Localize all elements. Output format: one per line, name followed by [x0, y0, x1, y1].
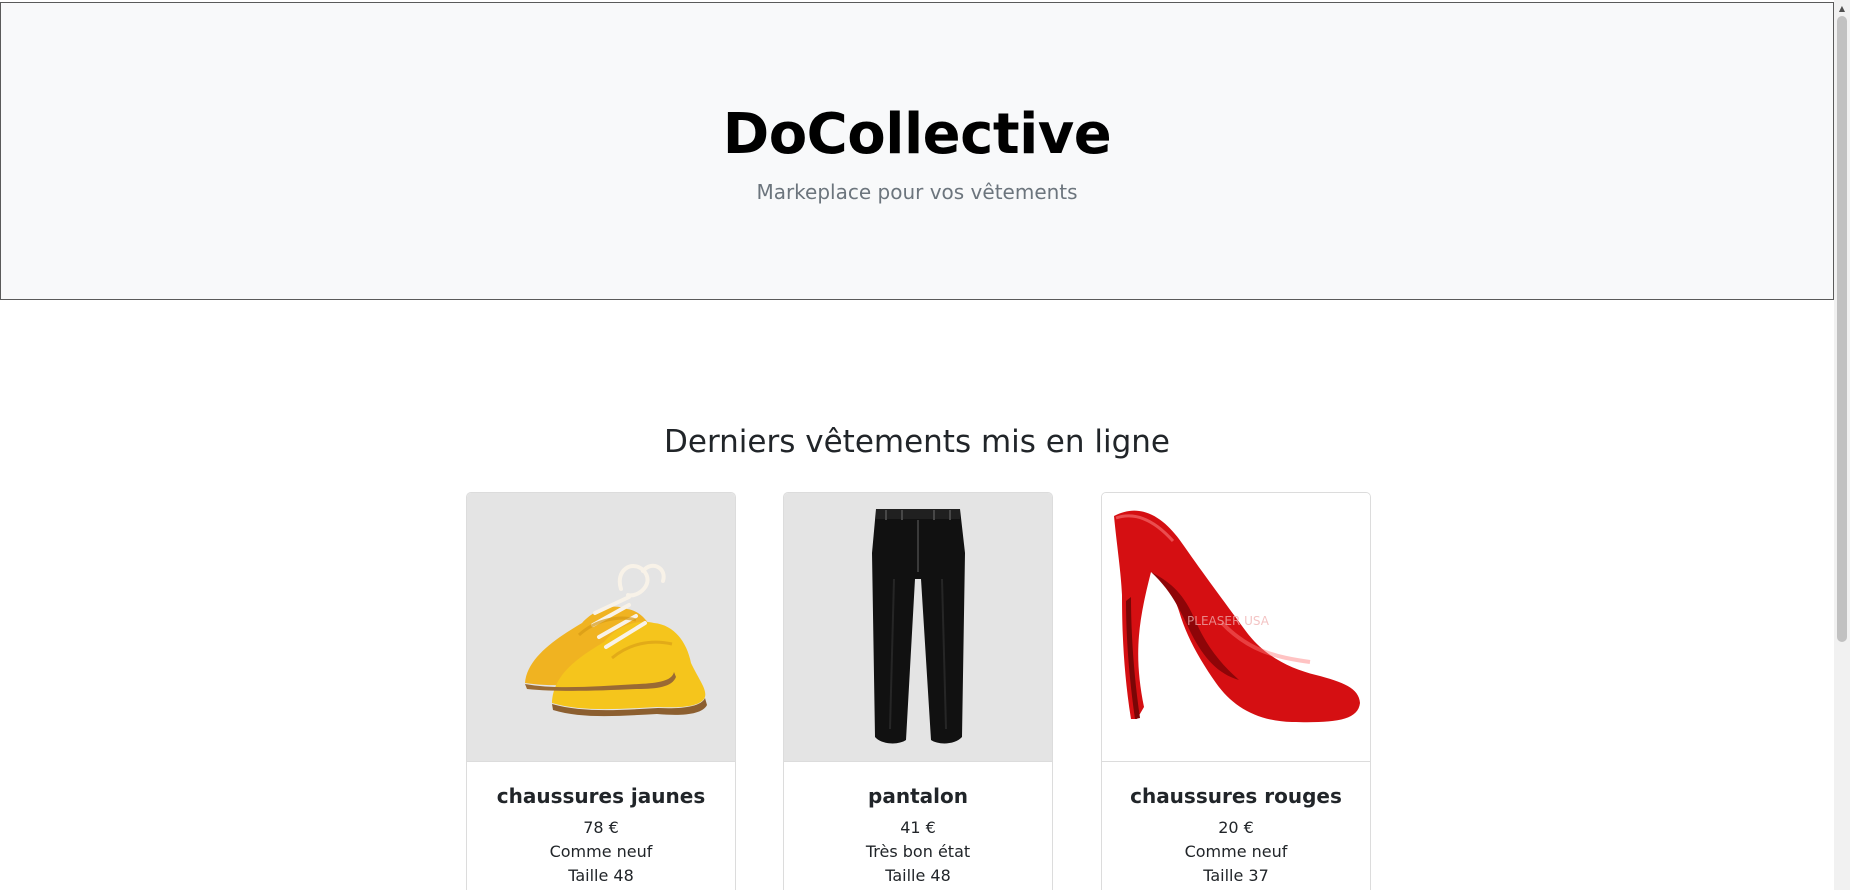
black-pants-image — [872, 509, 965, 744]
product-card-yellow-shoes[interactable]: chaussures jaunes 78 € Comme neuf Taille… — [466, 492, 736, 890]
product-title[interactable]: chaussures rouges — [1102, 783, 1370, 809]
page: DoCollective Markeplace pour vos vêtemen… — [0, 0, 1850, 890]
product-size: Taille 48 — [568, 866, 634, 885]
yellow-shoes-image — [525, 563, 707, 717]
product-condition: Très bon état — [865, 842, 971, 861]
hero-banner: DoCollective Markeplace pour vos vêtemen… — [0, 2, 1834, 300]
product-image[interactable] — [784, 493, 1052, 762]
latest-items-heading: Derniers vêtements mis en ligne — [664, 423, 1170, 460]
product-price: 78 € — [583, 818, 619, 837]
product-title[interactable]: chaussures jaunes — [467, 783, 735, 809]
product-details: chaussures jaunes 78 € Comme neuf Taille… — [467, 783, 735, 888]
product-size: Taille 37 — [1203, 866, 1269, 885]
vertical-scrollbar[interactable]: ▲ — [1834, 0, 1850, 890]
product-image[interactable] — [467, 493, 735, 762]
product-image[interactable]: PLEASER USA — [1102, 493, 1370, 762]
scroll-up-arrow[interactable]: ▲ — [1834, 0, 1850, 16]
red-heel-image: PLEASER USA — [1114, 510, 1360, 723]
product-size: Taille 48 — [885, 866, 951, 885]
site-title: DoCollective — [722, 102, 1112, 167]
product-card-pants[interactable]: pantalon 41 € Très bon état Taille 48 — [783, 492, 1053, 890]
product-details: chaussures rouges 20 € Comme neuf Taille… — [1102, 783, 1370, 888]
site-subtitle: Markeplace pour vos vêtements — [756, 180, 1078, 204]
main-viewport: DoCollective Markeplace pour vos vêtemen… — [0, 0, 1834, 890]
product-price: 20 € — [1218, 818, 1254, 837]
product-condition: Comme neuf — [1184, 842, 1288, 861]
product-condition: Comme neuf — [549, 842, 653, 861]
product-price: 41 € — [900, 818, 936, 837]
product-details: pantalon 41 € Très bon état Taille 48 — [784, 783, 1052, 888]
product-title[interactable]: pantalon — [784, 783, 1052, 809]
scroll-thumb[interactable] — [1837, 16, 1847, 642]
product-card-red-shoes[interactable]: PLEASER USA chaussures rouges 20 € Comme… — [1101, 492, 1371, 890]
watermark-text: PLEASER USA — [1187, 614, 1270, 628]
